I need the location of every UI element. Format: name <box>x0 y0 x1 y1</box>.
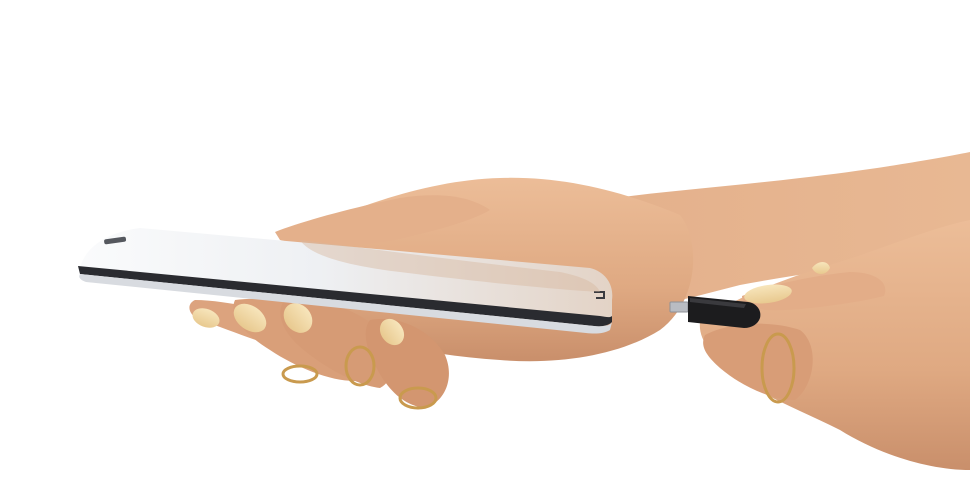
photo-scene <box>0 0 970 484</box>
photo-illustration <box>78 152 970 470</box>
usb-connector <box>669 301 689 313</box>
ring-1 <box>281 364 319 384</box>
right-index-finger <box>703 323 813 400</box>
